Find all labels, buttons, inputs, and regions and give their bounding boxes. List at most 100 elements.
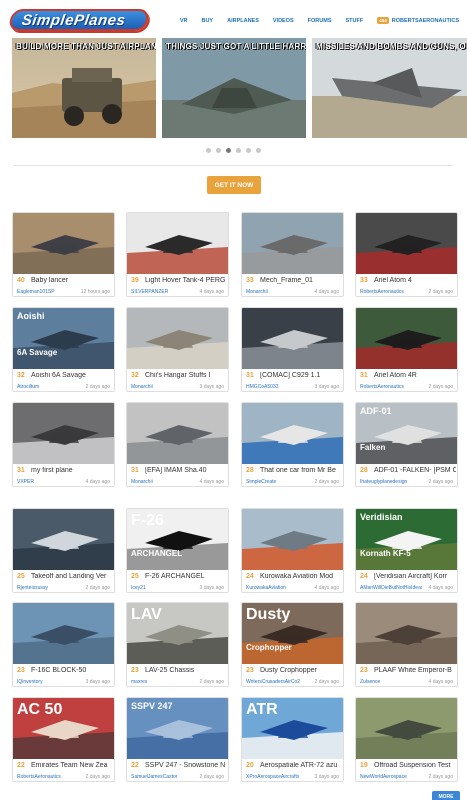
- get-it-now-button[interactable]: GET IT NOW: [207, 176, 261, 194]
- carousel-slide[interactable]: MISSILES AND BOMBS AND GUNS, OH MY.: [312, 38, 467, 138]
- author-link[interactable]: KurowakaAviation: [246, 585, 286, 591]
- more-button[interactable]: MORE: [432, 791, 460, 800]
- aircraft-title[interactable]: Ariel Atom 4: [374, 277, 456, 284]
- aircraft-card[interactable]: 31 [EFA] IMAM Sha.40 Monarchii 4 days ago: [126, 402, 229, 487]
- aircraft-title[interactable]: Aoishi 6A Savage: [31, 372, 113, 379]
- aircraft-thumbnail[interactable]: LAV: [127, 603, 228, 664]
- nav-vr[interactable]: VR: [180, 18, 188, 24]
- author-link[interactable]: Monarchii: [131, 384, 153, 390]
- author-link[interactable]: IQinventory: [17, 679, 43, 685]
- aircraft-thumbnail[interactable]: [242, 403, 343, 464]
- aircraft-thumbnail[interactable]: [356, 603, 457, 664]
- nav-videos[interactable]: VIDEOS: [273, 18, 294, 24]
- aircraft-thumbnail[interactable]: [13, 403, 114, 464]
- aircraft-thumbnail[interactable]: Dusty Crophopper: [242, 603, 343, 664]
- aircraft-card[interactable]: 31 my first plane VXPER 4 days ago: [12, 402, 115, 487]
- author-link[interactable]: Atrociltum: [17, 384, 39, 390]
- author-link[interactable]: Zulsence: [360, 679, 380, 685]
- aircraft-card[interactable]: F-26 ARCHANGEL 25 F-26 ARCHANGEL Icey21 3 day…: [126, 508, 229, 593]
- nav-airplanes[interactable]: AIRPLANES: [227, 18, 259, 24]
- aircraft-card[interactable]: 33 Ariel Atom 4 RobertsAeronautics 2 days a…: [355, 212, 458, 297]
- author-link[interactable]: AManWillDieButNotHisIdeas: [360, 585, 422, 591]
- aircraft-thumbnail[interactable]: F-26 ARCHANGEL: [127, 509, 228, 570]
- aircraft-thumbnail[interactable]: [356, 308, 457, 369]
- author-link[interactable]: Ihateuglyplanedesign: [360, 479, 407, 485]
- aircraft-thumbnail[interactable]: [242, 213, 343, 274]
- aircraft-thumbnail[interactable]: [356, 213, 457, 274]
- aircraft-title[interactable]: Emirates Team New Zea: [31, 762, 113, 769]
- aircraft-title[interactable]: Dusty Crophopper: [260, 667, 342, 674]
- aircraft-title[interactable]: Ariel Atom 4R: [374, 372, 456, 379]
- author-link[interactable]: SimpleCreate: [246, 479, 276, 485]
- author-link[interactable]: HMGCoA5033: [246, 384, 279, 390]
- carousel-dot[interactable]: [226, 148, 231, 153]
- aircraft-thumbnail[interactable]: [127, 308, 228, 369]
- carousel-dot[interactable]: [236, 148, 241, 153]
- aircraft-card[interactable]: 40 Baby lancer Eagleman101SP 12 hours ago: [12, 212, 115, 297]
- aircraft-card[interactable]: 28 That one car from Mr Be SimpleCreate 2 d…: [241, 402, 344, 487]
- aircraft-thumbnail[interactable]: Veridisian Kornath KF-5: [356, 509, 457, 570]
- aircraft-thumbnail[interactable]: [356, 698, 457, 759]
- aircraft-title[interactable]: LAV-25 Chassis: [145, 667, 227, 674]
- author-link[interactable]: Icey21: [131, 585, 146, 591]
- aircraft-title[interactable]: [COMAC] C929 1.1: [260, 372, 342, 379]
- aircraft-thumbnail[interactable]: [13, 603, 114, 664]
- aircraft-card[interactable]: ADF-01 Falken 28 ADF-01 -FALKEN- [PSM C Ihat…: [355, 402, 458, 487]
- author-link[interactable]: Rjenteissussy: [17, 585, 48, 591]
- aircraft-title[interactable]: Offroad Suspension Test: [374, 762, 456, 769]
- author-link[interactable]: Monarchii: [246, 289, 268, 295]
- carousel-slide[interactable]: BUILD MORE THAN JUST AIRPLANES: [12, 38, 156, 138]
- aircraft-thumbnail[interactable]: [242, 308, 343, 369]
- aircraft-thumbnail[interactable]: [13, 509, 114, 570]
- simpleplanes-logo[interactable]: SimplePlanes: [7, 9, 151, 31]
- aircraft-thumbnail[interactable]: [13, 213, 114, 274]
- author-link[interactable]: XProAerospaceAircrafts: [246, 774, 299, 780]
- aircraft-title[interactable]: Chii's Hangar Stuffs I: [145, 372, 227, 379]
- aircraft-title[interactable]: [EFA] IMAM Sha.40: [145, 467, 227, 474]
- aircraft-title[interactable]: my first plane: [31, 467, 113, 474]
- aircraft-thumbnail[interactable]: SSPV 247: [127, 698, 228, 759]
- aircraft-thumbnail[interactable]: [127, 403, 228, 464]
- aircraft-title[interactable]: [Veridisian Aircraft] Korr: [374, 573, 456, 580]
- author-link[interactable]: NewWorldAerospace: [360, 774, 407, 780]
- aircraft-title[interactable]: Takeoff and Landing Ver: [31, 573, 113, 580]
- aircraft-card[interactable]: 23 F-16C BLOCK-50 IQinventory 3 days ago: [12, 602, 115, 687]
- aircraft-card[interactable]: 19 Offroad Suspension Test NewWorldAerospa…: [355, 697, 458, 782]
- aircraft-card[interactable]: Dusty Crophopper 23 Dusty Crophopper Writers…: [241, 602, 344, 687]
- author-link[interactable]: Monarchii: [131, 479, 153, 485]
- aircraft-thumbnail[interactable]: ADF-01 Falken: [356, 403, 457, 464]
- carousel-dot[interactable]: [216, 148, 221, 153]
- aircraft-card[interactable]: LAV 23 LAV-25 Chassis maxres 2 days ago: [126, 602, 229, 687]
- aircraft-title[interactable]: Light Hover Tank-4 PERG: [145, 277, 227, 284]
- aircraft-card[interactable]: Veridisian Kornath KF-5 24 [Veridisian Airc…: [355, 508, 458, 593]
- aircraft-thumbnail[interactable]: ATR: [242, 698, 343, 759]
- author-link[interactable]: Eagleman101SP: [17, 289, 55, 295]
- aircraft-card[interactable]: 32 Chii's Hangar Stuffs I Monarchii 3 days …: [126, 307, 229, 392]
- author-link[interactable]: RobertsAeronautics: [360, 384, 404, 390]
- aircraft-card[interactable]: AC 50 22 Emirates Team New Zea RobertsAeron…: [12, 697, 115, 782]
- aircraft-title[interactable]: That one car from Mr Be: [260, 467, 342, 474]
- aircraft-card[interactable]: Aoishi 6A Savage 32 Aoishi 6A Savage Atrocil…: [12, 307, 115, 392]
- aircraft-card[interactable]: 24 Kurowaka Aviation Mod KurowakaAviation 4…: [241, 508, 344, 593]
- carousel-dot[interactable]: [206, 148, 211, 153]
- aircraft-card[interactable]: SSPV 247 22 SSPV 247 - Snowstone N SamuelJa…: [126, 697, 229, 782]
- author-link[interactable]: WritersCrusadersAirCo2: [246, 679, 300, 685]
- author-link[interactable]: RobertsAeronautics: [17, 774, 61, 780]
- aircraft-title[interactable]: Mech_Frame_01: [260, 277, 342, 284]
- nav-buy[interactable]: BUY: [201, 18, 213, 24]
- carousel-dot[interactable]: [256, 148, 261, 153]
- aircraft-card[interactable]: 31 Ariel Atom 4R RobertsAeronautics 2 days …: [355, 307, 458, 392]
- aircraft-title[interactable]: Aerospatiale ATR-72 azu: [260, 762, 342, 769]
- aircraft-thumbnail[interactable]: [242, 509, 343, 570]
- aircraft-title[interactable]: Baby lancer: [31, 277, 113, 284]
- aircraft-title[interactable]: SSPV 247 - Snowstone N: [145, 762, 227, 769]
- author-link[interactable]: maxres: [131, 679, 147, 685]
- aircraft-card[interactable]: 25 Takeoff and Landing Ver Rjenteissussy 2 …: [12, 508, 115, 593]
- carousel-slide[interactable]: THINGS JUST GOT A LITTLE HARRIER: [162, 38, 306, 138]
- author-link[interactable]: SamuelJamesCastor: [131, 774, 177, 780]
- aircraft-title[interactable]: F-16C BLOCK-50: [31, 667, 113, 674]
- aircraft-thumbnail[interactable]: [127, 213, 228, 274]
- aircraft-card[interactable]: 33 Mech_Frame_01 Monarchii 4 days ago: [241, 212, 344, 297]
- nav-stuff[interactable]: STUFF: [346, 18, 364, 24]
- carousel-dot[interactable]: [246, 148, 251, 153]
